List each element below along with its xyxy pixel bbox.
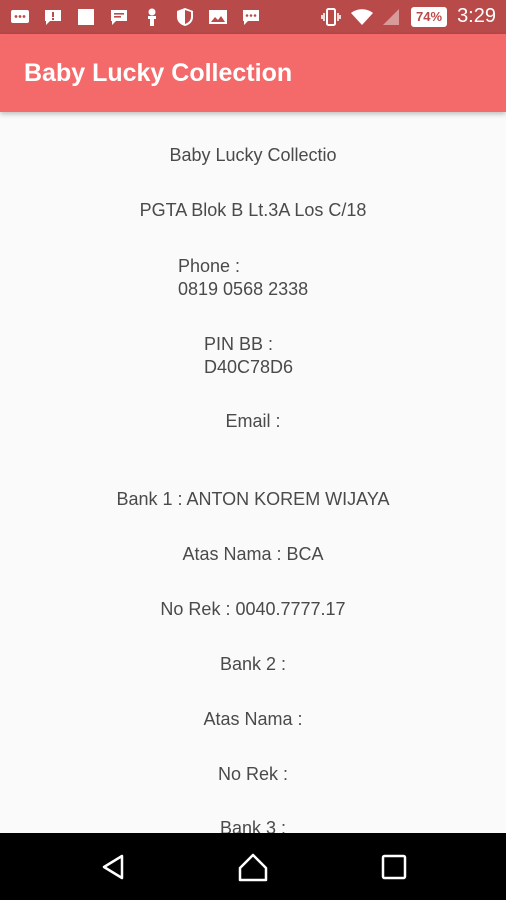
account-name2: Atas Nama : <box>203 709 303 729</box>
battery-indicator: 74% <box>411 6 448 27</box>
shield-icon <box>175 7 195 27</box>
signal-icon <box>381 7 401 27</box>
account-number2: No Rek : <box>217 764 289 784</box>
store-name: Baby Lucky Collectio <box>169 145 337 165</box>
account-name1: Atas Nama : BCA <box>182 544 324 564</box>
recents-button[interactable] <box>376 849 412 885</box>
phone-label: Phone : <box>178 256 241 276</box>
store-info-content[interactable]: Baby Lucky Collectio PGTA Blok B Lt.3A L… <box>0 112 506 833</box>
back-icon <box>102 854 124 880</box>
clock: 3:29 <box>457 5 496 27</box>
chat-icon <box>109 7 129 27</box>
image-icon <box>208 7 228 27</box>
wifi-icon <box>351 7 374 27</box>
pin-block: PIN BB : D40C78D6 <box>204 333 293 379</box>
square-icon <box>76 7 96 27</box>
app-title: Baby Lucky Collection <box>24 59 293 87</box>
notification-icons <box>10 7 261 27</box>
message-icon <box>10 7 30 27</box>
chat-icon <box>241 7 261 27</box>
bank2-label: Bank 2 : <box>219 654 287 674</box>
app-bar: Baby Lucky Collection <box>0 34 506 112</box>
navigation-bar <box>0 833 506 900</box>
home-icon <box>238 853 268 882</box>
back-button[interactable] <box>96 849 132 885</box>
phone-block: Phone : 0819 0568 2338 <box>178 255 308 301</box>
system-status: 74% 3:29 <box>321 5 496 28</box>
store-address: PGTA Blok B Lt.3A Los C/18 <box>139 200 367 220</box>
phone-number: 0819 0568 2338 <box>178 279 309 299</box>
person-icon <box>142 7 162 27</box>
recents-icon <box>381 854 407 880</box>
email-label: Email : <box>225 411 281 431</box>
pin-value: D40C78D6 <box>204 357 294 377</box>
bank1-label: Bank 1 : ANTON KOREM WIJAYA <box>116 489 390 509</box>
home-button[interactable] <box>235 849 271 885</box>
bank3-label: Bank 3 : <box>219 818 287 833</box>
vibrate-icon <box>321 7 341 27</box>
account-number1: No Rek : 0040.7777.17 <box>160 599 346 619</box>
pin-label: PIN BB : <box>204 334 274 354</box>
status-bar: 74% 3:29 <box>0 0 506 34</box>
alert-icon <box>43 7 63 27</box>
